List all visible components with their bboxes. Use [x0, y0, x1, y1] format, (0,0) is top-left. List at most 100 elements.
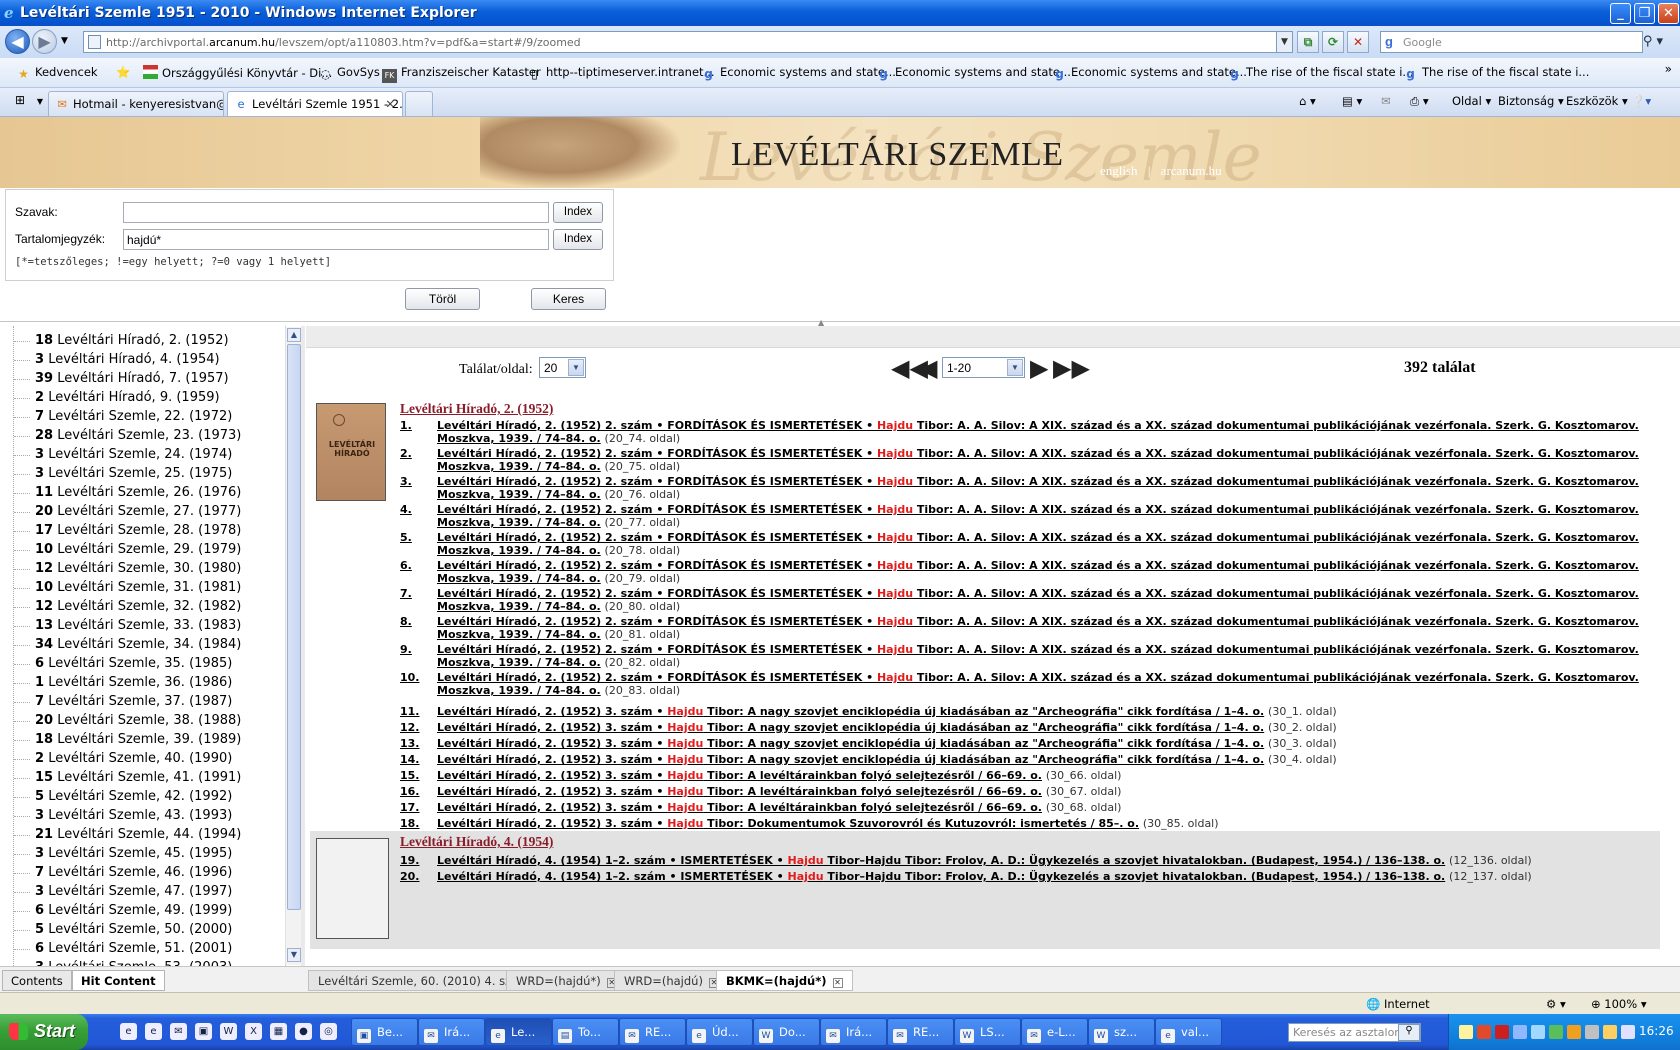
taskbar-window-button[interactable]: ✉ Irá... [820, 1018, 887, 1046]
toc-index-button[interactable]: Index [553, 229, 603, 250]
help-icon[interactable]: ❔▾ [1631, 94, 1651, 108]
print-icon[interactable]: ⎙ ▾ [1410, 94, 1429, 109]
issue-cover-thumbnail[interactable]: LEVÉLTÁRI HÍRADÓ [316, 403, 386, 501]
result-number[interactable]: 16. [400, 785, 420, 798]
result-link[interactable]: Levéltári Híradó, 2. (1952) 3. szám • Ha… [437, 785, 1042, 798]
taskbar-window-button[interactable]: W Do... [753, 1018, 820, 1046]
result-link[interactable]: Levéltári Híradó, 4. (1954) 1–2. szám • … [437, 854, 1445, 867]
quicklaunch-ie-icon[interactable]: e [120, 1023, 137, 1040]
tab-leveltari-szemle[interactable]: e Levéltári Szemle 1951 - 2... ✕ [227, 91, 403, 116]
words-input[interactable] [123, 202, 549, 223]
home-icon[interactable]: ⌂ ▾ [1299, 94, 1316, 108]
scroll-up-icon[interactable]: ▲ [287, 328, 301, 342]
tree-item[interactable]: 28 Levéltári Szemle, 23. (1973) [35, 428, 241, 443]
tree-item[interactable]: 7 Levéltári Szemle, 37. (1987) [35, 694, 232, 709]
result-number[interactable]: 11. [400, 705, 420, 718]
tree-item[interactable]: 3 Levéltári Szemle, 43. (1993) [35, 808, 232, 823]
quicklaunch-word-icon[interactable]: W [220, 1023, 237, 1040]
tree-item[interactable]: 17 Levéltári Szemle, 28. (1978) [35, 523, 241, 538]
feeds-icon[interactable]: ▤ ▾ [1342, 94, 1362, 108]
result-link[interactable]: Levéltári Híradó, 2. (1952) 3. szám • Ha… [437, 705, 1264, 718]
tree-item[interactable]: 12 Levéltári Szemle, 32. (1982) [35, 599, 241, 614]
favorite-item[interactable]: g Economic systems and state... [876, 65, 1071, 81]
favorite-item[interactable]: g The rise of the fiscal state i... [1403, 65, 1589, 81]
tree-item[interactable]: 5 Levéltári Szemle, 42. (1992) [35, 789, 232, 804]
compatibility-view-icon[interactable]: ⧉ [1297, 31, 1319, 53]
tab-hit-content[interactable]: Hit Content [72, 970, 165, 991]
security-zone[interactable]: 🌐 Internet [1366, 997, 1430, 1011]
tray-update-icon[interactable] [1549, 1025, 1563, 1039]
tree-item[interactable]: 18 Levéltári Szemle, 39. (1989) [35, 732, 241, 747]
result-number[interactable]: 9. [400, 643, 412, 656]
tray-shield-icon[interactable] [1477, 1025, 1491, 1039]
close-window-button[interactable]: ✕ [1658, 3, 1679, 24]
address-field[interactable]: http://archivportal.arcanum.hu/levszem/o… [83, 31, 1293, 53]
safety-menu[interactable]: Biztonság ▾ [1498, 94, 1564, 108]
tree-item[interactable]: 1 Levéltári Szemle, 36. (1986) [35, 675, 232, 690]
tree-item[interactable]: 6 Levéltári Szemle, 51. (2001) [35, 941, 232, 956]
words-index-button[interactable]: Index [553, 202, 603, 223]
protected-mode-icon[interactable]: ⚙ ▾ [1546, 997, 1566, 1011]
result-link[interactable]: Levéltári Híradó, 2. (1952) 3. szám • Ha… [437, 801, 1042, 814]
tree-item[interactable]: 5 Levéltári Szemle, 50. (2000) [35, 922, 232, 937]
taskbar-window-button[interactable]: e Le... [485, 1018, 552, 1046]
result-link[interactable]: Levéltári Híradó, 2. (1952) 3. szám • Ha… [437, 753, 1264, 766]
desktop-search-button[interactable]: ⚲ [1398, 1024, 1420, 1041]
tree-item[interactable]: 13 Levéltári Szemle, 33. (1983) [35, 618, 241, 633]
history-dropdown-icon[interactable]: ▼ [61, 36, 68, 46]
zoom-control[interactable]: ⊕ 100% ▾ [1591, 997, 1647, 1011]
close-tab-icon[interactable]: ✕ [832, 978, 843, 988]
tree-item[interactable]: 12 Levéltári Szemle, 30. (1980) [35, 561, 241, 576]
result-group-title[interactable]: Levéltári Híradó, 2. (1952) [400, 401, 553, 417]
tree-item[interactable]: 3 Levéltári Szemle, 24. (1974) [35, 447, 232, 462]
tree-item[interactable]: 6 Levéltári Szemle, 49. (1999) [35, 903, 232, 918]
tab-list-icon[interactable]: ▼ [30, 97, 50, 115]
result-number[interactable]: 7. [400, 587, 412, 600]
tree-item[interactable]: 2 Levéltári Szemle, 40. (1990) [35, 751, 232, 766]
last-page-icon[interactable]: ▶▶ [1053, 356, 1090, 380]
result-tab-wrd-wildcard[interactable]: WRD=(hajdú*) ✕ [506, 970, 627, 991]
tray-av-icon[interactable] [1495, 1025, 1509, 1039]
tree-item[interactable]: 7 Levéltári Szemle, 22. (1972) [35, 409, 232, 424]
restore-button[interactable]: ❐ [1634, 3, 1655, 24]
tree-item[interactable]: 18 Levéltári Híradó, 2. (1952) [35, 333, 229, 348]
tree-item[interactable]: 7 Levéltári Szemle, 46. (1996) [35, 865, 232, 880]
result-link[interactable]: Levéltári Híradó, 4. (1954) 1–2. szám • … [437, 870, 1445, 883]
tree-item[interactable]: 6 Levéltári Szemle, 35. (1985) [35, 656, 232, 671]
tree-item[interactable]: 11 Levéltári Szemle, 26. (1976) [35, 485, 241, 500]
taskbar-window-button[interactable]: e val... [1155, 1018, 1222, 1046]
result-number[interactable]: 19. [400, 854, 420, 867]
result-number[interactable]: 13. [400, 737, 420, 750]
quicklaunch-app-icon[interactable]: ▣ [195, 1023, 212, 1040]
tree-item[interactable]: 3 Levéltári Szemle, 45. (1995) [35, 846, 232, 861]
taskbar-window-button[interactable]: W LS... [954, 1018, 1021, 1046]
more-favorites-icon[interactable]: » [1665, 62, 1672, 76]
scrollbar-thumb[interactable] [287, 344, 301, 910]
page-menu[interactable]: Oldal ▾ [1452, 94, 1491, 108]
read-mail-icon[interactable]: ✉ [1381, 94, 1391, 108]
result-number[interactable]: 14. [400, 753, 420, 766]
tree-item[interactable]: 10 Levéltári Szemle, 31. (1981) [35, 580, 241, 595]
tree-item[interactable]: 3 Levéltári Híradó, 4. (1954) [35, 352, 220, 367]
result-number[interactable]: 20. [400, 870, 420, 883]
search-input[interactable]: g Google [1380, 31, 1643, 53]
result-number[interactable]: 5. [400, 531, 412, 544]
new-tab-button[interactable] [405, 91, 433, 116]
tree-item[interactable]: 20 Levéltári Szemle, 27. (1977) [35, 504, 241, 519]
refresh-icon[interactable]: ⟳ [1322, 31, 1344, 53]
result-link[interactable]: Levéltári Híradó, 2. (1952) 3. szám • Ha… [437, 737, 1264, 750]
tree-item[interactable]: 3 Levéltári Szemle, 47. (1997) [35, 884, 232, 899]
favorite-item[interactable]: ◌ GovSys [318, 65, 380, 81]
taskbar-window-button[interactable]: ✉ RE... [619, 1018, 686, 1046]
favorite-item[interactable]: Országgyűlési Könyvtár - Di... [143, 65, 332, 80]
per-page-select[interactable]: 20 ▼ [539, 357, 586, 378]
taskbar-window-button[interactable]: ✉ e-L... [1021, 1018, 1088, 1046]
favorite-item[interactable]: ▯ http--tiptimeserver.intranet... [527, 65, 714, 81]
clear-button[interactable]: Töröl [405, 288, 480, 310]
result-tab-bkmk[interactable]: BKMK=(hajdú*) ✕ [716, 970, 853, 991]
add-favorite-icon[interactable]: ⭐ [116, 65, 130, 79]
result-number[interactable]: 10. [400, 671, 420, 684]
quick-tabs-icon[interactable]: ⊞ [10, 93, 30, 111]
start-button[interactable]: Start [0, 1014, 88, 1050]
toc-input[interactable]: hajdú* [123, 229, 549, 250]
